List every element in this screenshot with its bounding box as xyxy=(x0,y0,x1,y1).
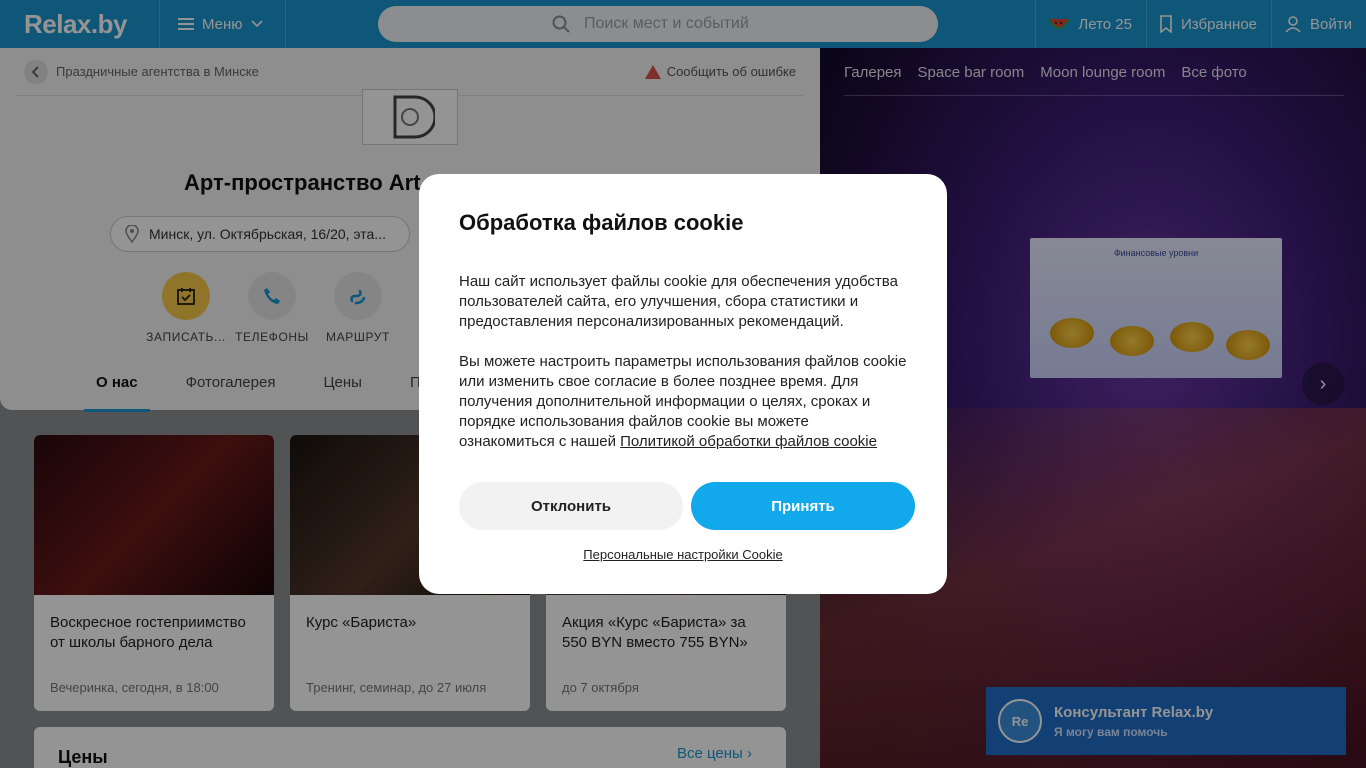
decline-button[interactable]: Отклонить xyxy=(459,482,683,530)
dialog-title: Обработка файлов cookie xyxy=(459,210,744,235)
dialog-body: Наш сайт использует файлы cookie для обе… xyxy=(459,272,907,452)
cookie-settings-link[interactable]: Персональные настройки Cookie xyxy=(419,547,947,562)
dialog-buttons: Отклонить Принять xyxy=(459,482,915,530)
accept-button[interactable]: Принять xyxy=(691,482,915,530)
dialog-paragraph: Наш сайт использует файлы cookie для обе… xyxy=(459,273,898,330)
dialog-paragraph: Вы можете настроить параметры использова… xyxy=(459,352,907,452)
cookie-policy-link[interactable]: Политикой обработки файлов cookie xyxy=(620,433,877,450)
cookie-dialog: Обработка файлов cookie Наш сайт использ… xyxy=(419,174,947,594)
